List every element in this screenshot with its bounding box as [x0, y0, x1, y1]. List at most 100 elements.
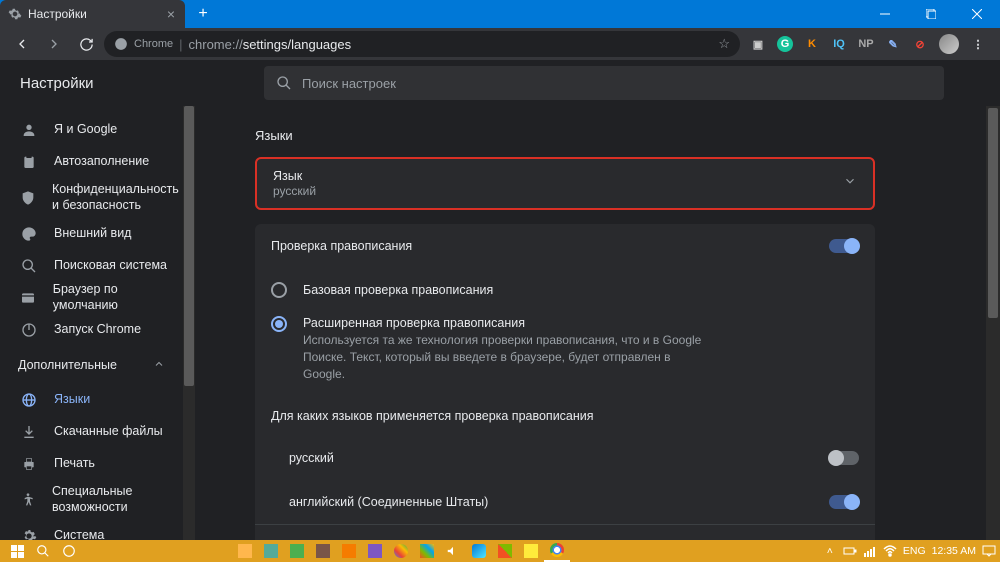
taskbar-app-icon[interactable]	[232, 540, 258, 562]
tray-battery-icon[interactable]	[843, 544, 857, 558]
extension-grammarly-icon[interactable]: G	[777, 36, 793, 52]
extension-icons: ▣ G K IQ NP ✎ ⊘ ⋮	[744, 34, 992, 54]
chevron-down-icon	[843, 174, 857, 193]
sidebar-item-startup[interactable]: Запуск Chrome	[0, 314, 177, 346]
cortana-button[interactable]	[56, 540, 82, 562]
tray-chevron-icon[interactable]: ˄	[823, 544, 837, 558]
taskbar-app-icon[interactable]	[336, 540, 362, 562]
spellcheck-lang-name: английский (Соединенные Штаты)	[289, 495, 488, 509]
extension-iq-icon[interactable]: IQ	[831, 36, 847, 52]
taskbar-app-icon[interactable]	[310, 540, 336, 562]
url-field[interactable]: Chrome | chrome://settings/languages ☆	[104, 31, 740, 57]
spellcheck-toggle[interactable]	[829, 239, 859, 253]
secure-label: Chrome	[134, 38, 173, 50]
sidebar-item-autofill[interactable]: Автозаполнение	[0, 146, 177, 178]
extension-k-icon[interactable]: K	[804, 36, 820, 52]
extension-np-icon[interactable]: NP	[858, 36, 874, 52]
sidebar-scrollbar[interactable]	[183, 106, 195, 540]
printer-icon	[20, 456, 38, 472]
search-icon	[20, 258, 38, 274]
address-bar: Chrome | chrome://settings/languages ☆ ▣…	[0, 28, 1000, 60]
sidebar-item-languages[interactable]: Языки	[0, 384, 177, 416]
radio-off-icon	[271, 282, 287, 298]
tray-notifications-icon[interactable]	[982, 544, 996, 558]
sidebar-item-print[interactable]: Печать	[0, 448, 177, 480]
spellcheck-enhanced-row[interactable]: Расширенная проверка правописания Исполь…	[255, 312, 875, 392]
spellcheck-langs-header: Для каких языков применяется проверка пр…	[255, 392, 875, 436]
customize-spellcheck-row[interactable]: Настроить проверку правописания	[255, 524, 875, 540]
taskbar-app-icon[interactable]	[492, 540, 518, 562]
tab-title: Настройки	[28, 7, 87, 21]
search-input[interactable]: Поиск настроек	[264, 66, 944, 100]
window-controls	[862, 0, 1000, 28]
spellcheck-lang-row: русский	[255, 436, 875, 480]
tray-network-icon[interactable]	[863, 544, 877, 558]
menu-icon[interactable]: ⋮	[970, 36, 986, 52]
new-tab-button[interactable]: +	[189, 3, 217, 25]
taskbar-app-icon[interactable]	[466, 540, 492, 562]
taskbar-app-icon[interactable]	[284, 540, 310, 562]
sidebar-item-accessibility[interactable]: Специальные возможности	[0, 480, 177, 520]
sidebar-item-search[interactable]: Поисковая система	[0, 250, 177, 282]
browser-tab[interactable]: Настройки ×	[0, 0, 185, 28]
taskbar-app-icon[interactable]	[258, 540, 284, 562]
spellcheck-basic-row[interactable]: Базовая проверка правописания	[255, 268, 875, 312]
spellcheck-lang-name: русский	[289, 451, 334, 465]
sidebar-advanced-label: Дополнительные	[18, 358, 117, 372]
windows-taskbar: ˄ ENG 12:35 AM	[0, 540, 1000, 562]
language-row[interactable]: Язык русский	[257, 159, 873, 208]
bookmark-star-icon[interactable]: ☆	[718, 36, 730, 52]
tray-language[interactable]: ENG	[903, 545, 926, 557]
reload-button[interactable]	[72, 30, 100, 58]
sidebar-advanced-toggle[interactable]: Дополнительные	[0, 346, 183, 384]
spellcheck-lang-toggle[interactable]	[829, 495, 859, 509]
person-icon	[20, 122, 38, 138]
spellcheck-langs-label: Для каких языков применяется проверка пр…	[271, 409, 594, 423]
palette-icon	[20, 226, 38, 242]
taskbar-app-icon[interactable]	[518, 540, 544, 562]
sidebar-item-you-and-google[interactable]: Я и Google	[0, 114, 177, 146]
maximize-button[interactable]	[908, 0, 954, 28]
forward-button[interactable]	[40, 30, 68, 58]
extension-camera-icon[interactable]: ▣	[750, 36, 766, 52]
settings-page: Настройки Поиск настроек Я и Google Авто…	[0, 60, 1000, 540]
taskbar-chrome-active[interactable]	[544, 540, 570, 562]
tray-time[interactable]: 12:35 AM	[932, 545, 976, 557]
sidebar: Я и Google Автозаполнение Конфиденциальн…	[0, 106, 195, 540]
sidebar-item-appearance[interactable]: Внешний вид	[0, 218, 177, 250]
radio-enhanced-label: Расширенная проверка правописания	[303, 316, 703, 330]
start-button[interactable]	[4, 540, 30, 562]
download-icon	[20, 424, 38, 440]
profile-avatar[interactable]	[939, 34, 959, 54]
window-titlebar: Настройки × +	[0, 0, 1000, 28]
language-card: Язык русский	[255, 157, 875, 210]
sidebar-item-default-browser[interactable]: Браузер по умолчанию	[0, 282, 177, 314]
close-window-button[interactable]	[954, 0, 1000, 28]
settings-header: Настройки Поиск настроек	[0, 60, 1000, 106]
search-placeholder: Поиск настроек	[302, 76, 396, 91]
tray-wifi-icon[interactable]	[883, 544, 897, 558]
extension-pencil-icon[interactable]: ✎	[885, 36, 901, 52]
spellcheck-toggle-row: Проверка правописания	[255, 224, 875, 268]
chevron-up-icon	[153, 358, 165, 373]
power-icon	[20, 322, 38, 338]
taskbar-app-icon[interactable]	[362, 540, 388, 562]
spellcheck-label: Проверка правописания	[271, 239, 412, 253]
settings-main: Языки Язык русский Проверка правописания	[195, 106, 1000, 540]
minimize-button[interactable]	[862, 0, 908, 28]
back-button[interactable]	[8, 30, 36, 58]
extension-block-icon[interactable]: ⊘	[912, 36, 928, 52]
taskbar-app-icon[interactable]	[388, 540, 414, 562]
globe-icon	[20, 392, 38, 408]
sidebar-item-downloads[interactable]: Скачанные файлы	[0, 416, 177, 448]
spellcheck-lang-toggle[interactable]	[829, 451, 859, 465]
page-title: Настройки	[20, 75, 264, 92]
sidebar-item-system[interactable]: Система	[0, 520, 177, 540]
gear-icon	[8, 7, 22, 21]
sidebar-item-privacy[interactable]: Конфиденциальность и безопасность	[0, 178, 177, 218]
taskbar-app-icon[interactable]	[440, 540, 466, 562]
main-scrollbar[interactable]	[986, 106, 1000, 540]
taskbar-app-icon[interactable]	[414, 540, 440, 562]
search-button[interactable]	[30, 540, 56, 562]
close-tab-icon[interactable]: ×	[167, 6, 175, 22]
